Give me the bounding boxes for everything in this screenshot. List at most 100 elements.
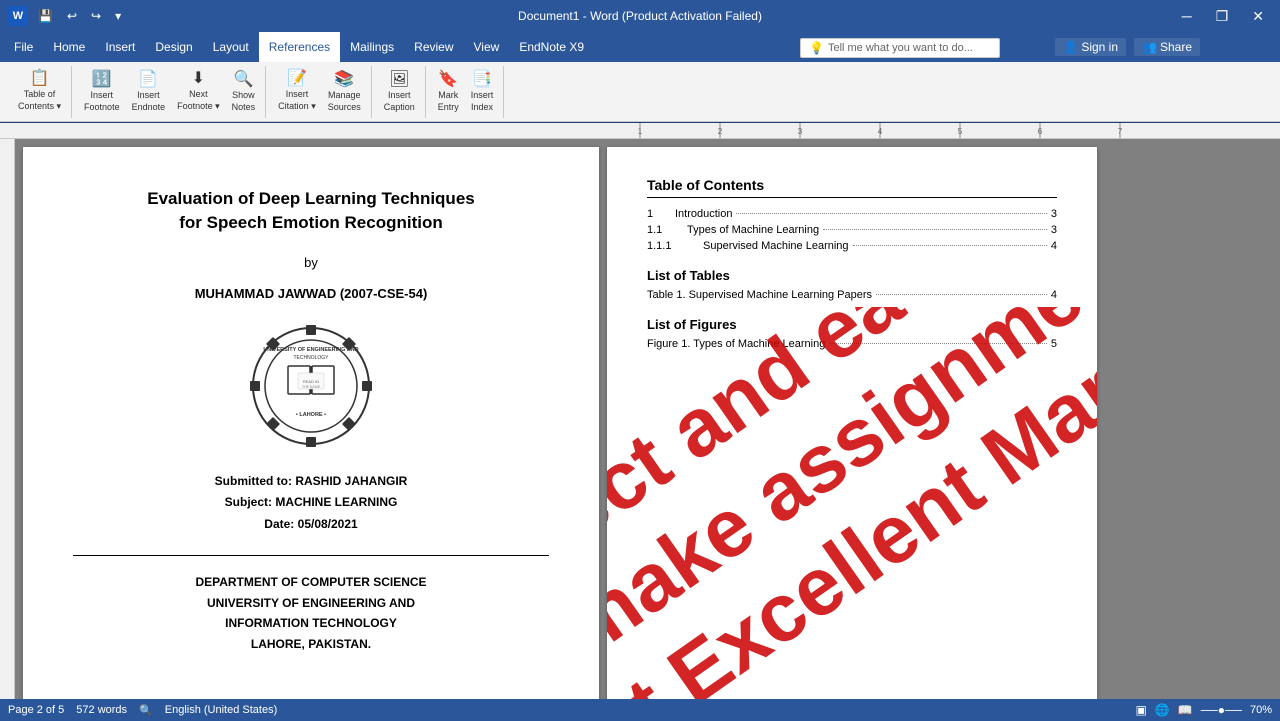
- tab-mailings[interactable]: Mailings: [340, 32, 404, 62]
- tab-view[interactable]: View: [464, 32, 510, 62]
- subject-label: Subject:: [225, 495, 272, 509]
- restore-button[interactable]: ❐: [1208, 6, 1237, 27]
- title-bar-title: Document1 - Word (Product Activation Fai…: [518, 9, 762, 23]
- svg-text:5: 5: [958, 127, 963, 136]
- footnotes-group: 🔢 Insert Footnote 📄 Insert Endnote ⬇ Nex…: [74, 66, 266, 118]
- svg-text:Perfect and easy way: Perfect and easy way: [607, 307, 1097, 650]
- toc-button[interactable]: 📋 Table of Contents ▾: [14, 69, 65, 114]
- toc-item-1-1-1: 1.1.1 Supervised Machine Learning 4: [647, 240, 1057, 252]
- svg-text:READ IN: READ IN: [303, 379, 319, 384]
- status-bar: Page 2 of 5 572 words 🔍 English (United …: [0, 699, 1280, 721]
- svg-text:6: 6: [1038, 127, 1043, 136]
- figure-item-1: Figure 1. Types of Machine Learning 5: [647, 338, 1057, 350]
- svg-text:3: 3: [798, 127, 803, 136]
- manage-sources-button[interactable]: 📚 Manage Sources: [324, 70, 365, 114]
- lightbulb-icon: 💡: [809, 41, 824, 55]
- insert-caption-button[interactable]: 🖼 Insert Caption: [380, 70, 419, 114]
- svg-text:UNIVERSITY OF ENGINEERING AND: UNIVERSITY OF ENGINEERING AND: [263, 347, 358, 353]
- page-right: Table of Contents 1 Introduction 3 1.1 T…: [607, 147, 1097, 699]
- watermark-overlay: Perfect and easy way to make assignment …: [607, 307, 1097, 699]
- index-group: 🔖 Mark Entry 📑 Insert Index: [428, 66, 505, 118]
- sign-in-area: 👤 Sign in 👥 Share: [1055, 38, 1200, 56]
- view-print-icon[interactable]: ▣: [1135, 703, 1146, 717]
- ribbon-tabs: File Home Insert Design Layout Reference…: [0, 32, 1280, 62]
- zoom-slider[interactable]: ──●──: [1201, 703, 1242, 717]
- department-info: DEPARTMENT OF COMPUTER SCIENCE UNIVERSIT…: [73, 572, 549, 654]
- toc-item-1-1: 1.1 Types of Machine Learning 3: [647, 224, 1057, 236]
- svg-text:1: 1: [638, 127, 643, 136]
- next-footnote-button[interactable]: ⬇ Next Footnote ▾: [173, 69, 224, 114]
- save-quick-access[interactable]: 💾: [34, 7, 57, 25]
- mark-entry-button[interactable]: 🔖 Mark Entry: [434, 70, 463, 114]
- redo-quick-access[interactable]: ↪: [87, 7, 105, 25]
- table-of-contents-group: 📋 Table of Contents ▾: [8, 66, 72, 118]
- tab-review[interactable]: Review: [404, 32, 463, 62]
- vertical-ruler: [0, 139, 15, 699]
- insert-index-button[interactable]: 📑 Insert Index: [467, 70, 498, 114]
- citations-group: 📝 Insert Citation ▾ 📚 Manage Sources: [268, 66, 372, 118]
- tell-me-text: Tell me what you want to do...: [828, 42, 973, 54]
- page-left: Evaluation of Deep Learning Techniques f…: [23, 147, 599, 699]
- language: English (United States): [165, 704, 278, 716]
- ribbon-content: 📋 Table of Contents ▾ 🔢 Insert Footnote …: [0, 62, 1280, 122]
- table-item-1: Table 1. Supervised Machine Learning Pap…: [647, 289, 1057, 301]
- view-read-icon[interactable]: 📖: [1178, 703, 1193, 717]
- svg-text:Get Excellent Marks: Get Excellent Marks: [607, 307, 1097, 699]
- insert-citation-button[interactable]: 📝 Insert Citation ▾: [274, 69, 320, 114]
- title-bar-left: W 💾 ↩ ↪ ▾: [8, 6, 125, 26]
- view-web-icon[interactable]: 🌐: [1155, 703, 1170, 717]
- watermark-svg: Perfect and easy way to make assignment …: [607, 307, 1097, 699]
- document-meta: Submitted to: RASHID JAHANGIR Subject: M…: [73, 471, 549, 536]
- svg-text:TECHNOLOGY: TECHNOLOGY: [293, 355, 329, 361]
- list-of-tables-title: List of Tables: [647, 268, 1057, 283]
- svg-text:to make assignment: to make assignment: [607, 307, 1097, 699]
- word-count: 572 words: [76, 704, 127, 716]
- minimize-button[interactable]: ─: [1174, 6, 1200, 26]
- page-divider: [73, 555, 549, 556]
- proofing-icon: 🔍: [139, 704, 153, 717]
- svg-text:• LAHORE •: • LAHORE •: [296, 412, 326, 418]
- status-right: ▣ 🌐 📖 ──●── 70%: [1135, 703, 1272, 717]
- close-button[interactable]: ✕: [1244, 6, 1272, 27]
- ruler-svg: 1 2 3 4 5 6 7: [0, 123, 1280, 139]
- toc-title: Table of Contents: [647, 177, 1057, 198]
- tab-references[interactable]: References: [259, 32, 340, 62]
- submitted-to-label: Submitted to:: [215, 474, 292, 488]
- tab-insert[interactable]: Insert: [95, 32, 145, 62]
- svg-text:7: 7: [1118, 127, 1123, 136]
- share-button[interactable]: 👥 Share: [1134, 38, 1200, 56]
- tab-home[interactable]: Home: [43, 32, 95, 62]
- author-text: MUHAMMAD JAWWAD (2007-CSE-54): [73, 286, 549, 301]
- by-text: by: [73, 255, 549, 270]
- sign-in-button[interactable]: 👤 Sign in: [1055, 38, 1126, 56]
- subject-value: MACHINE LEARNING: [275, 495, 397, 509]
- ribbon: File Home Insert Design Layout Reference…: [0, 32, 1280, 123]
- seal-container: UNIVERSITY OF ENGINEERING AND TECHNOLOGY…: [73, 321, 549, 451]
- svg-text:4: 4: [878, 127, 883, 136]
- document-title: Evaluation of Deep Learning Techniques f…: [73, 187, 549, 235]
- show-notes-button[interactable]: 🔍 Show Notes: [228, 70, 260, 114]
- tab-endnote[interactable]: EndNote X9: [509, 32, 594, 62]
- title-bar: W 💾 ↩ ↪ ▾ Document1 - Word (Product Acti…: [0, 0, 1280, 32]
- undo-quick-access[interactable]: ↩: [63, 7, 81, 25]
- date-value: 05/08/2021: [298, 517, 358, 531]
- pages-container: Evaluation of Deep Learning Techniques f…: [15, 139, 1280, 699]
- customize-quick-access[interactable]: ▾: [111, 7, 125, 25]
- svg-text:THE NAME: THE NAME: [302, 385, 321, 389]
- submitted-to-value: RASHID JAHANGIR: [295, 474, 407, 488]
- tab-layout[interactable]: Layout: [203, 32, 259, 62]
- insert-footnote-button[interactable]: 🔢 Insert Footnote: [80, 70, 124, 114]
- svg-text:2: 2: [718, 127, 723, 136]
- list-of-figures-title: List of Figures: [647, 317, 1057, 332]
- document-area: Evaluation of Deep Learning Techniques f…: [0, 139, 1280, 699]
- tab-design[interactable]: Design: [145, 32, 202, 62]
- insert-endnote-button[interactable]: 📄 Insert Endnote: [128, 70, 170, 114]
- tell-me-bar[interactable]: 💡 Tell me what you want to do...: [800, 38, 1000, 58]
- university-seal: UNIVERSITY OF ENGINEERING AND TECHNOLOGY…: [246, 321, 376, 451]
- date-label: Date:: [264, 517, 294, 531]
- ruler: 1 2 3 4 5 6 7: [0, 123, 1280, 139]
- toc-item-1: 1 Introduction 3: [647, 208, 1057, 220]
- zoom-level: 70%: [1250, 704, 1272, 716]
- word-icon: W: [8, 6, 28, 26]
- tab-file[interactable]: File: [4, 32, 43, 62]
